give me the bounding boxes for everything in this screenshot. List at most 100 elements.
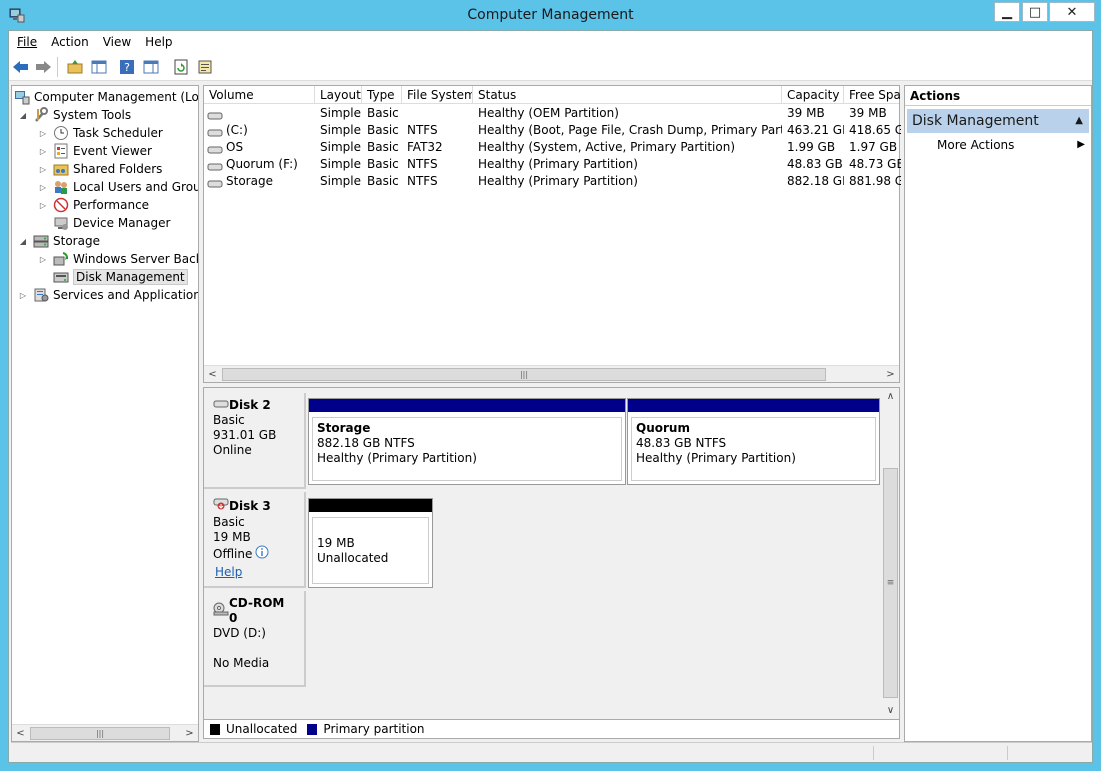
volume-hscrollbar[interactable]: < ||| >	[204, 365, 899, 382]
tree-item-label: Computer Management (Local	[34, 90, 199, 104]
disk-3-label[interactable]: Disk 3 Basic 19 MB Offline Help	[204, 492, 306, 588]
column-type[interactable]: Type	[362, 86, 402, 104]
volume-drive-icon	[207, 126, 223, 136]
scroll-right-icon[interactable]: >	[882, 366, 899, 383]
table-row[interactable]: (C:) Simple Basic NTFS Healthy (Boot, Pa…	[204, 122, 901, 139]
tree-item-storage[interactable]: ◢ Storage	[18, 232, 100, 250]
column-status[interactable]: Status	[473, 86, 782, 104]
table-row[interactable]: Quorum (F:) Simple Basic NTFS Healthy (P…	[204, 156, 901, 173]
disk-map: Disk 2 Basic 931.01 GB Online Storage 88…	[203, 387, 900, 738]
partition-status: Healthy (Primary Partition)	[317, 451, 477, 465]
status-bar	[11, 742, 1092, 762]
tree-item-services[interactable]: ▷ Services and Applications	[18, 286, 198, 304]
tree-hscrollbar[interactable]: < ||| >	[12, 724, 198, 741]
partition-unallocated[interactable]: 19 MB Unallocated	[308, 498, 433, 588]
tree-item-root[interactable]: Computer Management (Local	[14, 88, 199, 106]
tree-item-windows-server-backup[interactable]: ▷ Windows Server Backup	[38, 250, 198, 268]
tree-item-shared-folders[interactable]: ▷ Shared Folders	[38, 160, 162, 178]
performance-icon	[53, 197, 69, 213]
primary-partition-bar	[309, 399, 625, 412]
menu-help[interactable]: Help	[145, 35, 172, 49]
table-row[interactable]: Simple Basic Healthy (OEM Partition) 39 …	[204, 105, 899, 122]
collapsed-icon[interactable]: ▷	[38, 164, 48, 174]
title-bar[interactable]: Computer Management ▁ □ ✕	[0, 0, 1101, 30]
scroll-left-icon[interactable]: <	[12, 725, 29, 741]
scroll-thumb[interactable]: ≡	[883, 468, 898, 698]
volume-cell	[204, 105, 315, 122]
tree-item-disk-management[interactable]: Disk Management	[53, 268, 188, 286]
volume-name: (C:)	[226, 123, 248, 137]
expanded-icon[interactable]: ◢	[18, 236, 28, 246]
collapse-icon[interactable]: ▲	[1075, 109, 1083, 133]
actions-section-disk-management[interactable]: Disk Management ▲	[907, 109, 1089, 133]
tree-item-local-users[interactable]: ▷ Local Users and Groups	[38, 178, 198, 196]
disk-2-label[interactable]: Disk 2 Basic 931.01 GB Online	[204, 393, 306, 489]
properties-icon	[198, 60, 212, 74]
volume-drive-icon	[207, 143, 223, 153]
info-icon[interactable]	[255, 545, 269, 563]
column-layout[interactable]: Layout	[315, 86, 362, 104]
help-link[interactable]: Help	[215, 565, 242, 579]
refresh-button[interactable]	[171, 57, 191, 77]
menu-action[interactable]: Action	[51, 35, 89, 49]
volume-list: Volume Layout Type File System Status Ca…	[203, 85, 901, 383]
collapsed-icon[interactable]: ▷	[38, 254, 48, 264]
collapsed-icon[interactable]: ▷	[18, 290, 28, 300]
more-actions-item[interactable]: More Actions ▶	[907, 136, 1089, 154]
help-button[interactable]: ?	[117, 57, 137, 77]
close-button[interactable]: ✕	[1049, 2, 1095, 22]
disk-icon	[213, 398, 229, 413]
free-space-cell: 39 MB	[849, 106, 887, 120]
maximize-button[interactable]: □	[1022, 2, 1048, 22]
up-folder-button[interactable]	[65, 57, 85, 77]
cdrom-label[interactable]: CD-ROM 0 DVD (D:) No Media	[204, 591, 306, 687]
back-button[interactable]	[11, 57, 31, 77]
disk-vscrollbar[interactable]: ∧ ≡ ∨	[882, 388, 899, 719]
disk-management-icon	[53, 269, 69, 285]
partition-text: 19 MB Unallocated	[312, 517, 429, 584]
column-volume[interactable]: Volume	[204, 86, 315, 104]
menu-view[interactable]: View	[103, 35, 131, 49]
collapsed-icon[interactable]: ▷	[38, 128, 48, 138]
expanded-icon[interactable]: ◢	[18, 110, 28, 120]
minimize-button[interactable]: ▁	[994, 2, 1020, 22]
layout-cell: Simple	[320, 140, 361, 154]
partition-size: 48.83 GB NTFS	[636, 436, 727, 450]
forward-button[interactable]	[33, 57, 53, 77]
partition-storage[interactable]: Storage 882.18 GB NTFS Healthy (Primary …	[308, 398, 626, 485]
tree-item-label: Task Scheduler	[73, 126, 163, 140]
menu-file[interactable]: File	[17, 35, 37, 49]
tree-item-system-tools[interactable]: ◢ System Tools	[18, 106, 131, 124]
column-capacity[interactable]: Capacity	[782, 86, 844, 104]
tree-item-task-scheduler[interactable]: ▷ Task Scheduler	[38, 124, 163, 142]
collapsed-icon[interactable]: ▷	[38, 182, 48, 192]
scroll-left-icon[interactable]: <	[204, 366, 221, 383]
table-row[interactable]: Storage Simple Basic NTFS Healthy (Prima…	[204, 173, 901, 190]
show-hide-tree-button[interactable]	[89, 57, 109, 77]
scroll-thumb[interactable]: |||	[30, 727, 170, 740]
properties-button[interactable]	[195, 57, 215, 77]
table-row[interactable]: OS Simple Basic FAT32 Healthy (System, A…	[204, 139, 899, 156]
close-icon: ✕	[1066, 4, 1078, 20]
column-free-space[interactable]: Free Spac	[844, 86, 901, 104]
tree-item-performance[interactable]: ▷ Performance	[38, 196, 149, 214]
partition-quorum[interactable]: Quorum 48.83 GB NTFS Healthy (Primary Pa…	[627, 398, 880, 485]
client-area: File Action View Help ? Computer Managem…	[8, 30, 1093, 763]
collapsed-icon[interactable]: ▷	[38, 200, 48, 210]
column-file-system[interactable]: File System	[402, 86, 473, 104]
collapsed-icon[interactable]: ▷	[38, 146, 48, 156]
menu-bar: File Action View Help	[9, 31, 1092, 53]
disk-type: DVD (D:)	[213, 626, 266, 640]
scroll-right-icon[interactable]: >	[181, 725, 198, 741]
show-hide-action-pane-button[interactable]	[141, 57, 161, 77]
tree-item-device-manager[interactable]: Device Manager	[53, 214, 170, 232]
tree-item-event-viewer[interactable]: ▷ Event Viewer	[38, 142, 152, 160]
scroll-up-icon[interactable]: ∧	[882, 388, 899, 405]
back-arrow-icon	[13, 61, 28, 73]
legend-unallocated-swatch	[210, 723, 220, 735]
scroll-down-icon[interactable]: ∨	[882, 702, 899, 719]
tree-item-label: System Tools	[53, 108, 132, 122]
scroll-thumb[interactable]: |||	[222, 368, 826, 381]
more-actions-label: More Actions	[937, 138, 1015, 152]
volume-name: OS	[226, 140, 244, 154]
